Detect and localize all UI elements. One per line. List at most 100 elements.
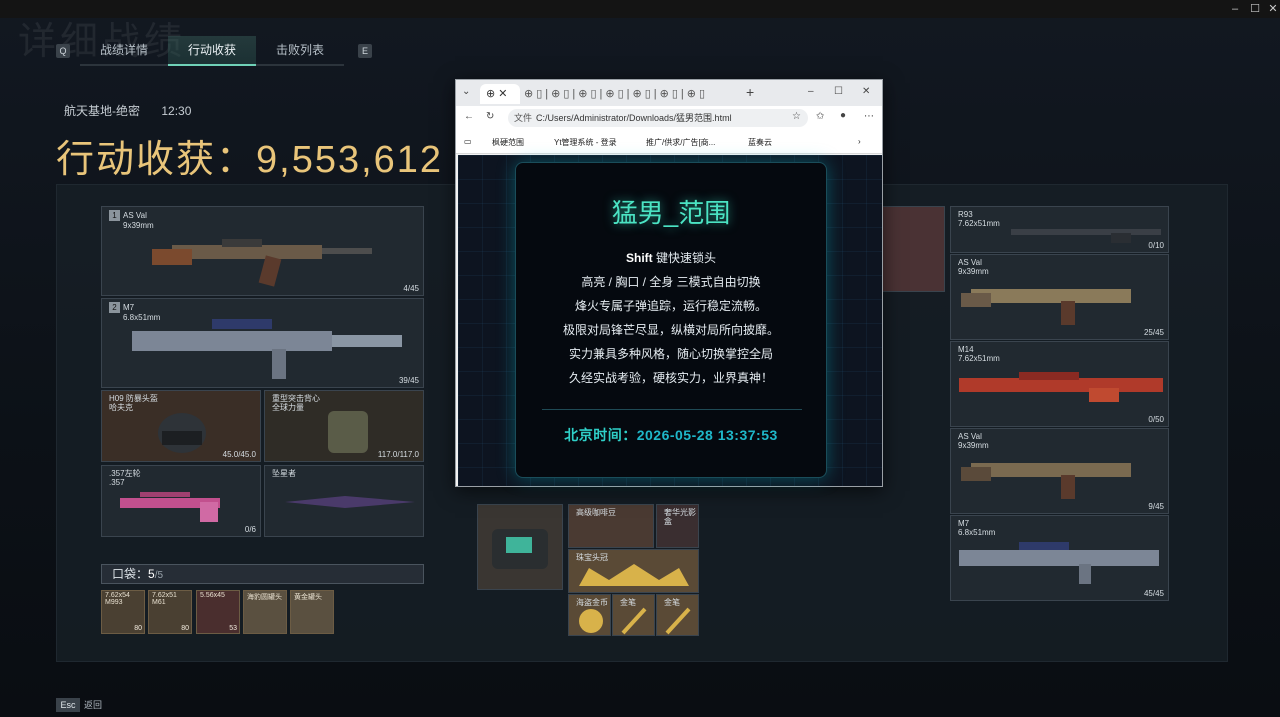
card-line: 极限对局锋芒尽显，纵横对局所向披靡。 bbox=[562, 323, 779, 337]
weapon-name: AS Val bbox=[958, 432, 982, 441]
background-tabs[interactable]: ⊕▯|⊕▯|⊕▯|⊕▯|⊕▯|⊕▯|⊕▯ bbox=[524, 84, 739, 104]
item-name: 高级咖啡豆 bbox=[576, 508, 616, 517]
loot-item[interactable]: 珠宝头冠 bbox=[568, 549, 699, 593]
active-tab[interactable]: ⊕ ✕ bbox=[480, 84, 520, 104]
helmet-slot[interactable]: H09 防暴头盔 哈夫克 45.0/45.0 bbox=[101, 390, 261, 462]
address-url: C:/Users/Administrator/Downloads/猛男范围.ht… bbox=[536, 113, 732, 123]
ammo-count: 0/6 bbox=[244, 525, 256, 534]
new-tab-button[interactable]: + bbox=[746, 84, 754, 100]
window-titlebar: – ☐ ✕ bbox=[0, 0, 1280, 18]
back-icon[interactable]: ← bbox=[464, 111, 474, 122]
browser-tabstrip: ⌄ ⊕ ✕ ⊕▯|⊕▯|⊕▯|⊕▯|⊕▯|⊕▯|⊕▯ + – ☐ ✕ bbox=[456, 80, 882, 106]
close-button[interactable]: ✕ bbox=[1262, 1, 1280, 17]
loot-weapon-slot[interactable]: M14 7.62x51mm 0/50 bbox=[950, 341, 1169, 427]
durability: 45.0/45.0 bbox=[222, 450, 256, 459]
weapon-name: AS Val bbox=[123, 211, 147, 220]
pocket-item[interactable]: 7.62x54 M993 80 bbox=[101, 590, 145, 634]
weapon-name: AS Val bbox=[958, 258, 982, 267]
next-tab-key[interactable]: E bbox=[358, 44, 372, 58]
item-name: 海盗金币 bbox=[576, 598, 608, 607]
weapon-name: R93 bbox=[958, 210, 973, 219]
loot-weapon-slot[interactable]: AS Val 9x39mm 25/45 bbox=[950, 254, 1169, 340]
promo-card: 猛男_范围 Shift 键快速锁头 高亮 / 胸口 / 全身 三模式自由切换 烽… bbox=[515, 162, 827, 478]
esc-key[interactable]: Esc bbox=[56, 698, 80, 712]
harvest-label: 行动收获： bbox=[56, 139, 257, 181]
pistol-slot[interactable]: .357左轮 .357 0/6 bbox=[101, 465, 261, 537]
backpack-slot[interactable] bbox=[477, 504, 563, 590]
card-line: 久经实战考验，硬核实力，业界真神！ bbox=[568, 371, 773, 385]
bookmark-folder-icon[interactable]: ▭ bbox=[464, 137, 472, 146]
helmet-icon bbox=[158, 413, 206, 453]
address-bar[interactable]: 文件 C:/Users/Administrator/Downloads/猛男范围.… bbox=[508, 109, 808, 127]
favorite-icon[interactable]: ☆ bbox=[792, 111, 801, 122]
browser-minimize-button[interactable]: – bbox=[808, 86, 814, 97]
armor-slot[interactable]: 重型突击背心 全球力量 117.0/117.0 bbox=[264, 390, 424, 462]
bookmark-item[interactable]: 推广/供求/广告[商... bbox=[646, 137, 715, 148]
bookmark-item[interactable]: 枫硬范围 bbox=[492, 137, 524, 148]
primary-weapon-slot[interactable]: 1 AS Val 9x39mm 4/45 bbox=[101, 206, 424, 296]
coin-icon bbox=[579, 609, 603, 633]
slot-index: 2 bbox=[109, 302, 120, 313]
tab-record-details[interactable]: 战绩详情 bbox=[80, 36, 168, 66]
rifle-icon bbox=[959, 542, 1159, 584]
rifle-icon bbox=[961, 463, 1131, 499]
item-name: 黄金罐头 bbox=[294, 594, 322, 601]
shift-key-label: Shift bbox=[625, 251, 653, 265]
more-icon[interactable]: ⋯ bbox=[864, 111, 874, 122]
loot-item[interactable]: 高级咖啡豆 bbox=[568, 504, 654, 548]
pen-icon bbox=[621, 607, 647, 635]
loot-item[interactable]: 海盗金币 bbox=[568, 594, 611, 636]
tab-list-icon[interactable]: ⌄ bbox=[462, 86, 470, 97]
bookmark-item[interactable]: Yt管理系统 - 登录 bbox=[554, 137, 617, 148]
tab-action-harvest[interactable]: 行动收获 bbox=[168, 36, 256, 66]
item-brand: 哈夫克 bbox=[109, 403, 133, 412]
secondary-weapon-slot[interactable]: 2 M7 6.8x51mm 39/45 bbox=[101, 298, 424, 388]
tab-close-icon[interactable]: ✕ bbox=[498, 88, 507, 100]
minimize-button[interactable]: – bbox=[1224, 1, 1246, 17]
match-time: 12:30 bbox=[161, 104, 192, 118]
harvest-total: 行动收获：9,553,612 bbox=[56, 128, 443, 183]
rifle-icon bbox=[961, 289, 1131, 325]
partial-item-slot[interactable] bbox=[882, 206, 945, 292]
loot-item[interactable]: 金笔 bbox=[612, 594, 655, 636]
loot-item[interactable]: 金笔 bbox=[656, 594, 699, 636]
bookmark-item[interactable]: 蓝奏云 bbox=[748, 137, 772, 148]
loot-weapon-slot[interactable]: M7 6.8x51mm 45/45 bbox=[950, 515, 1169, 601]
tab-kill-list[interactable]: 击败列表 bbox=[256, 36, 344, 66]
item-count: 80 bbox=[181, 625, 189, 632]
loot-weapon-slot[interactable]: AS Val 9x39mm 9/45 bbox=[950, 428, 1169, 514]
bottom-hints: Esc 返回 bbox=[56, 698, 102, 712]
rifle-icon bbox=[1011, 229, 1161, 243]
back-label: 返回 bbox=[84, 700, 103, 710]
item-name: 5.56x45 bbox=[200, 592, 225, 599]
time-label: 北京时间： bbox=[564, 427, 637, 443]
ammo-count: 0/50 bbox=[1148, 415, 1164, 424]
beijing-time: 北京时间：2026-05-28 13:37:53 bbox=[516, 425, 826, 445]
pocket-item[interactable]: 5.56x45 53 bbox=[196, 590, 240, 634]
page-content: 猛男_范围 Shift 键快速锁头 高亮 / 胸口 / 全身 三模式自由切换 烽… bbox=[458, 155, 882, 486]
favorites-icon[interactable]: ✩ bbox=[816, 111, 824, 122]
ammo-count: 4/45 bbox=[403, 284, 419, 293]
browser-maximize-button[interactable]: ☐ bbox=[834, 86, 843, 97]
card-line: 高亮 / 胸口 / 全身 三模式自由切换 bbox=[581, 275, 761, 289]
crown-icon bbox=[579, 564, 689, 586]
prev-tab-key[interactable]: Q bbox=[56, 44, 70, 58]
loot-item[interactable]: 奢华光影盒 bbox=[656, 504, 699, 548]
item-name: 海豹圆罐头 bbox=[247, 594, 282, 601]
loot-weapon-slot[interactable]: R93 7.62x51mm 0/10 bbox=[950, 206, 1169, 253]
melee-slot[interactable]: 坠星者 bbox=[264, 465, 424, 537]
card-line: Shift 键快速锁头 bbox=[625, 251, 716, 265]
item-caliber: .357 bbox=[109, 478, 125, 487]
browser-close-button[interactable]: ✕ bbox=[862, 86, 870, 97]
game-screen: – ☐ ✕ 详细战绩 Q 战绩详情 行动收获 击败列表 E 航天基地-绝密 12… bbox=[0, 0, 1280, 717]
ammo-count: 39/45 bbox=[398, 376, 419, 385]
chevron-right-icon[interactable]: › bbox=[858, 137, 861, 146]
reload-icon[interactable]: ↻ bbox=[486, 111, 494, 122]
rifle-icon bbox=[959, 372, 1163, 402]
browser-navbar: ← ↻ 文件 C:/Users/Administrator/Downloads/猛… bbox=[456, 106, 882, 130]
pocket-item[interactable]: 黄金罐头 bbox=[290, 590, 334, 634]
map-info: 航天基地-绝密 12:30 bbox=[64, 102, 209, 119]
profile-avatar[interactable]: ● bbox=[840, 110, 846, 121]
pocket-item[interactable]: 海豹圆罐头 bbox=[243, 590, 287, 634]
pocket-item[interactable]: 7.62x51 M61 80 bbox=[148, 590, 192, 634]
